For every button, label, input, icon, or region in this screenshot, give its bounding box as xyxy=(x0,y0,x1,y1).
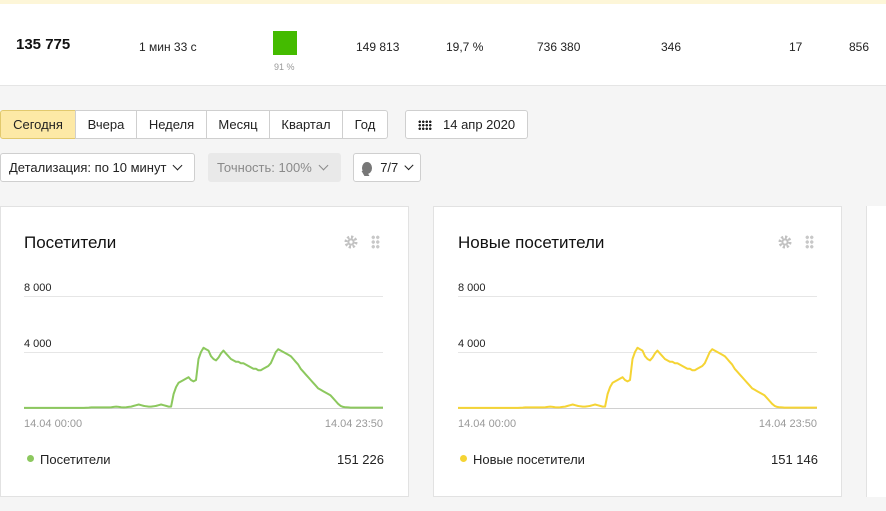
y-tick-label: 8 000 xyxy=(24,282,52,294)
tab-yesterday[interactable]: Вчера xyxy=(75,110,137,139)
chevron-down-icon xyxy=(172,160,183,171)
segments-dropdown-label: 7/7 xyxy=(380,160,399,175)
detail-dropdown-label: Детализация: по 10 минут xyxy=(9,160,167,175)
series-line xyxy=(458,346,817,409)
visitors-legend-dot xyxy=(27,455,34,462)
tab-week[interactable]: Неделя xyxy=(136,110,207,139)
x-tick-label: 14.04 23:50 xyxy=(759,418,817,430)
visitors-total: 151 226 xyxy=(337,452,384,467)
calendar-icon xyxy=(418,119,432,130)
avg-duration-metric: 1 мин 33 с xyxy=(139,40,197,54)
new-visitors-legend-dot xyxy=(460,455,467,462)
y-tick-label: 4 000 xyxy=(24,338,52,350)
chevron-down-icon xyxy=(404,161,414,170)
chevron-down-icon xyxy=(318,160,329,171)
pageviews-metric: 149 813 xyxy=(356,40,400,54)
tab-quarter[interactable]: Квартал xyxy=(269,110,343,139)
accuracy-dropdown-label: Точность: 100% xyxy=(217,160,312,175)
y-tick-label: 8 000 xyxy=(458,282,486,294)
detail-dropdown[interactable]: Детализация: по 10 минут xyxy=(0,153,195,182)
accuracy-dropdown[interactable]: Точность: 100% xyxy=(208,153,341,182)
new-visitors-total: 151 146 xyxy=(771,452,818,467)
new-visitors-legend-label: Новые посетители xyxy=(473,452,585,467)
new-visitors-widget-title: Новые посетители xyxy=(458,233,605,252)
x-tick-label: 14.04 23:50 xyxy=(325,418,383,430)
bounce-percent-label: 91 % xyxy=(274,62,295,72)
comment-icon xyxy=(362,161,373,174)
gear-icon[interactable] xyxy=(343,234,359,250)
date-picker-button[interactable]: 14 апр 2020 xyxy=(405,110,528,139)
tab-year[interactable]: Год xyxy=(342,110,388,139)
segments-dropdown[interactable]: 7/7 xyxy=(353,153,421,182)
period-tabs: Сегодня Вчера Неделя Месяц Квартал Год xyxy=(0,110,388,139)
tab-today[interactable]: Сегодня xyxy=(0,110,76,139)
x-tick-label: 14.04 00:00 xyxy=(458,418,516,430)
x-tick-label: 14.04 00:00 xyxy=(24,418,82,430)
value-b-metric: 346 xyxy=(661,40,682,54)
gear-icon[interactable] xyxy=(777,234,793,250)
y-tick-label: 4 000 xyxy=(458,338,486,350)
visitors-widget-title: Посетители xyxy=(24,233,117,252)
bounce-indicator xyxy=(273,31,297,55)
drag-handle-icon[interactable] xyxy=(371,235,380,249)
percent-metric: 19,7 % xyxy=(446,40,484,54)
value-d-metric: 856 xyxy=(849,40,870,54)
drag-handle-icon[interactable] xyxy=(805,235,814,249)
visits-metric: 135 775 xyxy=(16,36,71,53)
date-picker-label: 14 апр 2020 xyxy=(443,117,516,132)
summary-metrics-row: 135 775 1 мин 33 с 91 % 149 813 19,7 % 7… xyxy=(0,4,886,86)
visitors-chart: 8 000 4 000 14.04 00:00 14.04 23:50 xyxy=(24,282,383,430)
next-widget-edge xyxy=(866,206,886,497)
value-a-metric: 736 380 xyxy=(537,40,581,54)
value-c-metric: 17 xyxy=(789,40,803,54)
visitors-legend-label: Посетители xyxy=(40,452,111,467)
new-visitors-chart: 8 000 4 000 14.04 00:00 14.04 23:50 xyxy=(458,282,817,430)
series-line xyxy=(24,346,383,409)
tab-month[interactable]: Месяц xyxy=(206,110,270,139)
